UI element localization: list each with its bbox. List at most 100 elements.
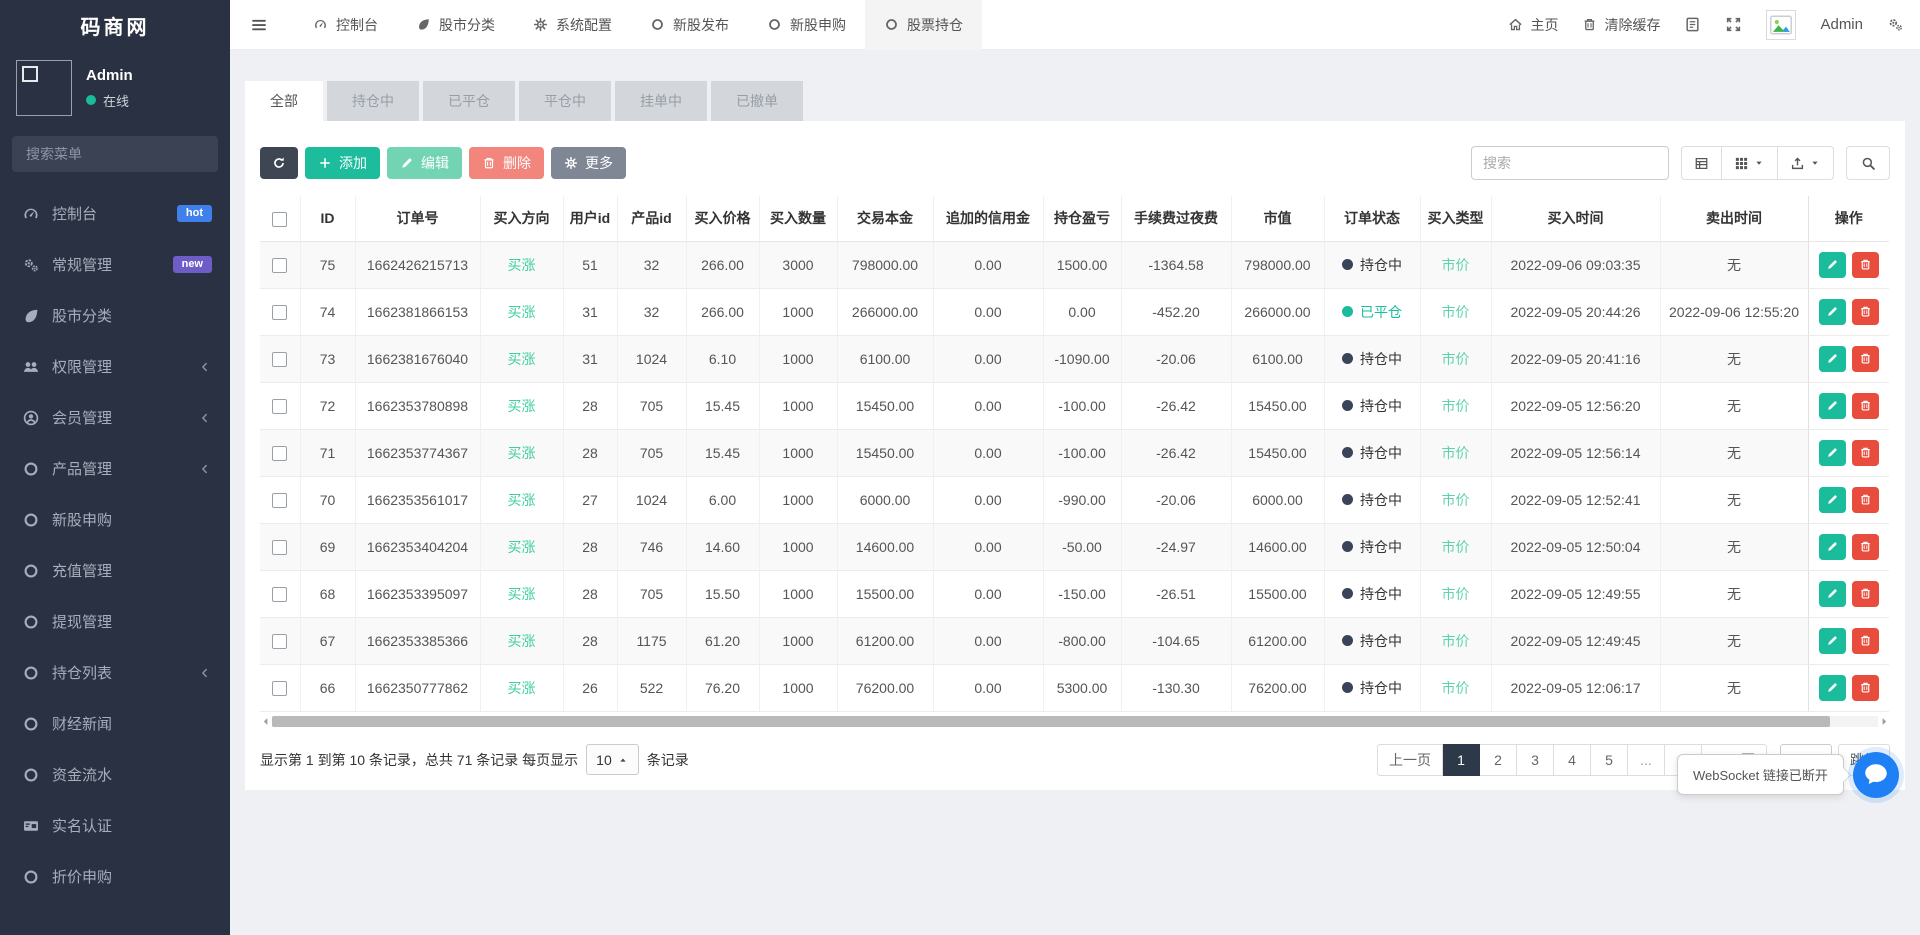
- row-delete-button[interactable]: [1852, 346, 1879, 372]
- cell-principal: 15450.00: [837, 429, 933, 476]
- topbar-username[interactable]: Admin: [1820, 16, 1863, 33]
- search-button[interactable]: [1846, 146, 1890, 180]
- sidebar-search-input[interactable]: [24, 145, 209, 163]
- scroll-left-icon[interactable]: [260, 716, 272, 727]
- page-item-5[interactable]: 5: [1591, 744, 1628, 776]
- cell-fee: -26.51: [1121, 570, 1231, 617]
- row-checkbox[interactable]: [272, 493, 287, 508]
- sidebar-item[interactable]: 充值管理: [0, 545, 230, 596]
- row-delete-button[interactable]: [1852, 252, 1879, 278]
- row-delete-button[interactable]: [1852, 393, 1879, 419]
- sidebar-item[interactable]: 产品管理: [0, 443, 230, 494]
- page-item-1[interactable]: 1: [1443, 744, 1480, 776]
- sidebar-item[interactable]: 控制台hot: [0, 188, 230, 239]
- row-checkbox[interactable]: [272, 540, 287, 555]
- fullscreen-icon[interactable]: [1725, 16, 1742, 33]
- tab-已撤单[interactable]: 已撤单: [711, 81, 803, 121]
- scrollbar-track[interactable]: [272, 716, 1878, 727]
- page-item-2[interactable]: 2: [1480, 744, 1517, 776]
- sidebar-item[interactable]: 财经新闻: [0, 698, 230, 749]
- topbar-nav-item[interactable]: 股票持仓: [865, 0, 982, 50]
- tab-挂单中[interactable]: 挂单中: [615, 81, 707, 121]
- user-avatar[interactable]: [16, 60, 72, 116]
- tab-已平仓[interactable]: 已平仓: [423, 81, 515, 121]
- sidebar-item-label: 产品管理: [52, 458, 112, 479]
- row-delete-button[interactable]: [1852, 299, 1879, 325]
- page-item-上一页[interactable]: 上一页: [1377, 744, 1443, 776]
- row-checkbox[interactable]: [272, 446, 287, 461]
- row-checkbox[interactable]: [272, 681, 287, 696]
- delete-button[interactable]: 删除: [469, 147, 544, 179]
- row-delete-button[interactable]: [1852, 628, 1879, 654]
- grid-icon: [1734, 156, 1749, 171]
- row-checkbox[interactable]: [272, 352, 287, 367]
- sidebar-item[interactable]: 折价申购: [0, 851, 230, 902]
- add-button[interactable]: 添加: [305, 147, 380, 179]
- topbar-nav-item[interactable]: 新股发布: [631, 0, 748, 50]
- sidebar-item[interactable]: 提现管理: [0, 596, 230, 647]
- row-delete-button[interactable]: [1852, 675, 1879, 701]
- scroll-right-icon[interactable]: [1878, 716, 1890, 727]
- row-edit-button[interactable]: [1819, 393, 1846, 419]
- row-edit-button[interactable]: [1819, 252, 1846, 278]
- topbar-avatar[interactable]: [1766, 10, 1796, 40]
- cell-fee: -20.06: [1121, 476, 1231, 523]
- hamburger-icon[interactable]: [250, 16, 268, 34]
- row-delete-button[interactable]: [1852, 534, 1879, 560]
- page-item-3[interactable]: 3: [1517, 744, 1554, 776]
- sidebar-item[interactable]: 常规管理new: [0, 239, 230, 290]
- select-all-checkbox[interactable]: [272, 212, 287, 227]
- row-checkbox[interactable]: [272, 587, 287, 602]
- row-delete-button[interactable]: [1852, 581, 1879, 607]
- tab-全部[interactable]: 全部: [245, 81, 323, 121]
- row-edit-button[interactable]: [1819, 675, 1846, 701]
- brand-logo: 码商网: [0, 0, 230, 50]
- more-button[interactable]: 更多: [551, 147, 626, 179]
- row-edit-button[interactable]: [1819, 346, 1846, 372]
- topbar-nav-item[interactable]: 股市分类: [397, 0, 514, 50]
- sidebar-item[interactable]: 权限管理: [0, 341, 230, 392]
- cell-principal: 266000.00: [837, 288, 933, 335]
- page-item-4[interactable]: 4: [1554, 744, 1591, 776]
- row-edit-button[interactable]: [1819, 534, 1846, 560]
- row-edit-button[interactable]: [1819, 299, 1846, 325]
- caret-down-icon: [1753, 157, 1765, 169]
- row-edit-button[interactable]: [1819, 440, 1846, 466]
- sidebar-item[interactable]: 会员管理: [0, 392, 230, 443]
- table-search-input[interactable]: [1471, 146, 1669, 180]
- document-icon[interactable]: [1684, 16, 1701, 33]
- export-button[interactable]: [1778, 146, 1834, 180]
- cell-buy_type: 市价: [1420, 523, 1491, 570]
- row-checkbox[interactable]: [272, 634, 287, 649]
- row-edit-button[interactable]: [1819, 628, 1846, 654]
- detail-view-button[interactable]: [1681, 146, 1722, 180]
- refresh-button[interactable]: [260, 147, 298, 179]
- tab-平仓中[interactable]: 平仓中: [519, 81, 611, 121]
- tab-持仓中[interactable]: 持仓中: [327, 81, 419, 121]
- sidebar-item[interactable]: 新股申购: [0, 494, 230, 545]
- sidebar-item[interactable]: 资金流水: [0, 749, 230, 800]
- row-edit-button[interactable]: [1819, 581, 1846, 607]
- clear-cache-link[interactable]: 清除缓存: [1582, 15, 1660, 35]
- chat-button[interactable]: [1853, 752, 1899, 798]
- topbar-nav-item[interactable]: 新股申购: [748, 0, 865, 50]
- page-size-select[interactable]: 10: [586, 744, 639, 775]
- topbar-nav-item[interactable]: 系统配置: [514, 0, 631, 50]
- row-delete-button[interactable]: [1852, 440, 1879, 466]
- topbar-nav-item[interactable]: 控制台: [294, 0, 397, 50]
- row-delete-button[interactable]: [1852, 487, 1879, 513]
- cell-buy_qty: 1000: [759, 476, 837, 523]
- sidebar-item[interactable]: 持仓列表: [0, 647, 230, 698]
- home-link[interactable]: 主页: [1508, 15, 1558, 35]
- row-edit-button[interactable]: [1819, 487, 1846, 513]
- row-checkbox[interactable]: [272, 305, 287, 320]
- scrollbar-thumb[interactable]: [272, 716, 1830, 727]
- row-checkbox[interactable]: [272, 399, 287, 414]
- cogs-icon[interactable]: [1887, 16, 1904, 33]
- sidebar-item[interactable]: 实名认证: [0, 800, 230, 851]
- sidebar-item[interactable]: 股市分类: [0, 290, 230, 341]
- columns-button[interactable]: [1722, 146, 1778, 180]
- edit-button[interactable]: 编辑: [387, 147, 462, 179]
- row-checkbox[interactable]: [272, 258, 287, 273]
- cell-sell_time: 无: [1660, 335, 1808, 382]
